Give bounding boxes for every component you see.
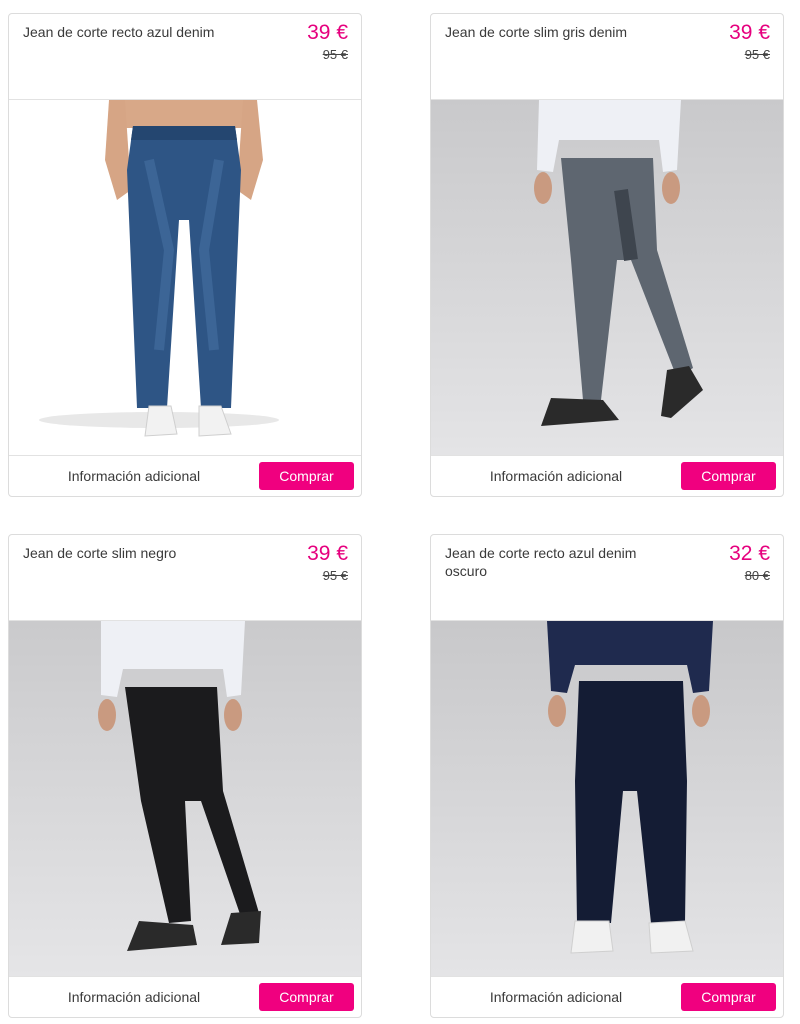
- product-header: Jean de corte slim negro 39 € 95 €: [9, 535, 361, 621]
- product-image[interactable]: [9, 621, 361, 977]
- product-old-price: 95 €: [322, 568, 348, 583]
- product-footer: Información adicional Comprar: [9, 455, 361, 496]
- product-title[interactable]: Jean de corte slim gris denim: [445, 23, 675, 41]
- product-card: Jean de corte recto azul denim 39 € 95 €: [8, 13, 362, 497]
- buy-button[interactable]: Comprar: [681, 462, 776, 490]
- product-card: Jean de corte recto azul denim oscuro 32…: [430, 534, 784, 1018]
- product-price: 39 €: [307, 542, 348, 565]
- product-image[interactable]: [9, 100, 361, 456]
- product-grid: Jean de corte recto azul denim 39 € 95 €: [0, 0, 800, 1024]
- product-price: 39 €: [729, 21, 770, 44]
- product-header: Jean de corte slim gris denim 39 € 95 €: [431, 14, 783, 100]
- more-info-link[interactable]: Información adicional: [431, 977, 681, 1017]
- product-old-price: 80 €: [744, 568, 770, 583]
- buy-button[interactable]: Comprar: [259, 983, 354, 1011]
- product-price: 39 €: [307, 21, 348, 44]
- more-info-link[interactable]: Información adicional: [9, 456, 259, 496]
- product-old-price: 95 €: [322, 47, 348, 62]
- product-image[interactable]: [431, 100, 783, 456]
- more-info-link[interactable]: Información adicional: [431, 456, 681, 496]
- product-card: Jean de corte slim negro 39 € 95 € Infor…: [8, 534, 362, 1018]
- product-title[interactable]: Jean de corte slim negro: [23, 544, 253, 562]
- product-header: Jean de corte recto azul denim oscuro 32…: [431, 535, 783, 621]
- product-title[interactable]: Jean de corte recto azul denim: [23, 23, 253, 41]
- product-footer: Información adicional Comprar: [9, 976, 361, 1017]
- product-header: Jean de corte recto azul denim 39 € 95 €: [9, 14, 361, 100]
- product-image[interactable]: [431, 621, 783, 977]
- product-price: 32 €: [729, 542, 770, 565]
- product-old-price: 95 €: [744, 47, 770, 62]
- more-info-link[interactable]: Información adicional: [9, 977, 259, 1017]
- buy-button[interactable]: Comprar: [259, 462, 354, 490]
- product-footer: Información adicional Comprar: [431, 455, 783, 496]
- product-card: Jean de corte slim gris denim 39 € 95 €: [430, 13, 784, 497]
- product-footer: Información adicional Comprar: [431, 976, 783, 1017]
- product-title[interactable]: Jean de corte recto azul denim oscuro: [445, 544, 675, 580]
- buy-button[interactable]: Comprar: [681, 983, 776, 1011]
